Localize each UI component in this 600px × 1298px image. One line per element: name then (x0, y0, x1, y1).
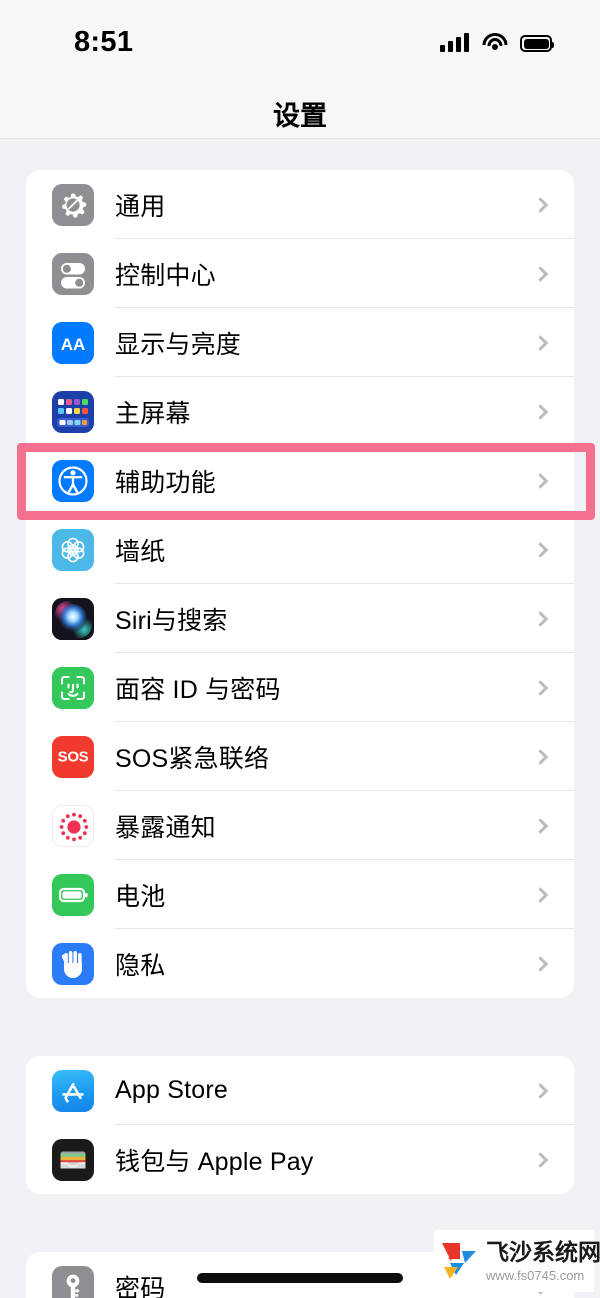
sidebar-item-face-id-passcode[interactable]: 面容 ID 与密码 (26, 653, 574, 722)
chevron-right-icon (532, 886, 549, 903)
sidebar-item-display-brightness[interactable]: AA 显示与亮度 (26, 308, 574, 377)
iphone-settings-screen: 8:51 设置 通用 控制中心 AA 显示与亮度 主屏幕 辅助功能 墙纸 Sir… (0, 0, 600, 1298)
exposure-icon (52, 804, 94, 847)
sidebar-item-wallpaper[interactable]: 墙纸 (26, 515, 574, 584)
sidebar-item-label: 墙纸 (115, 537, 166, 566)
toggles-icon (52, 252, 94, 295)
chevron-right-icon (532, 955, 549, 972)
chevron-right-icon (532, 748, 549, 765)
wifi-icon (482, 33, 507, 52)
key-icon (52, 1265, 94, 1298)
signal-icon (440, 32, 469, 52)
chevron-right-icon (532, 334, 549, 351)
sidebar-item-label: 密码 (115, 1274, 166, 1298)
sidebar-item-label: Siri与搜索 (115, 606, 228, 635)
sidebar-item-label: 隐私 (115, 951, 166, 980)
svg-text:AA: AA (61, 335, 86, 354)
sidebar-item-label: 电池 (115, 882, 166, 911)
chevron-right-icon (532, 679, 549, 696)
sidebar-item-label: 面容 ID 与密码 (115, 675, 281, 704)
sidebar-item-label: 控制中心 (115, 261, 216, 290)
sidebar-item-exposure-notifications[interactable]: 暴露通知 (26, 791, 574, 860)
sidebar-item-general[interactable]: 通用 (26, 170, 574, 239)
sidebar-item-wallet-apple-pay[interactable]: 钱包与 Apple Pay (26, 1125, 574, 1194)
chevron-right-icon (532, 196, 549, 213)
app-store-icon (52, 1069, 94, 1112)
sidebar-item-battery[interactable]: 电池 (26, 860, 574, 929)
privacy-hand-icon (52, 942, 94, 985)
chevron-right-icon (532, 1082, 549, 1099)
battery-icon (52, 873, 94, 916)
sidebar-item-label: 钱包与 Apple Pay (115, 1147, 314, 1176)
watermark: 飞沙系统网 www.fs0745.com (434, 1230, 600, 1292)
wallet-icon (52, 1138, 94, 1181)
chevron-right-icon (532, 817, 549, 834)
settings-section-2: App Store 钱包与 Apple Pay (26, 1056, 574, 1194)
chevron-right-icon (532, 541, 549, 558)
chevron-right-icon (532, 1151, 549, 1168)
sidebar-item-label: 暴露通知 (115, 813, 216, 842)
page-title: 设置 (273, 101, 327, 131)
sidebar-item-label: 显示与亮度 (115, 330, 242, 359)
chevron-right-icon (532, 472, 549, 489)
battery-icon (520, 35, 554, 52)
watermark-site-name: 飞沙系统网 (486, 1238, 600, 1265)
sidebar-item-accessibility[interactable]: 辅助功能 (26, 446, 574, 515)
status-bar-indicators (440, 28, 554, 52)
watermark-logo-icon (438, 1239, 482, 1283)
sidebar-item-control-center[interactable]: 控制中心 (26, 239, 574, 308)
sidebar-item-home-screen[interactable]: 主屏幕 (26, 377, 574, 446)
sidebar-item-label: 主屏幕 (115, 399, 191, 428)
settings-list[interactable]: 通用 控制中心 AA 显示与亮度 主屏幕 辅助功能 墙纸 Siri与搜索 面容 … (0, 139, 600, 1298)
gear-icon (52, 183, 94, 226)
chevron-right-icon (532, 265, 549, 282)
home-screen-icon (52, 390, 94, 433)
status-bar: 8:51 (0, 0, 600, 72)
sidebar-item-emergency-sos[interactable]: SOS SOS紧急联络 (26, 722, 574, 791)
status-bar-time: 8:51 (74, 26, 134, 58)
sidebar-item-label: App Store (115, 1076, 228, 1104)
sidebar-item-label: 通用 (115, 192, 166, 221)
aa-icon: AA (52, 321, 94, 364)
face-id-icon (52, 666, 94, 709)
wallpaper-icon (52, 528, 94, 571)
siri-icon (52, 597, 94, 640)
sidebar-item-label: SOS紧急联络 (115, 744, 270, 773)
sidebar-item-label: 辅助功能 (115, 468, 216, 497)
chevron-right-icon (532, 403, 549, 420)
home-indicator[interactable] (197, 1273, 403, 1283)
sidebar-item-app-store[interactable]: App Store (26, 1056, 574, 1125)
sos-icon: SOS (52, 735, 94, 778)
chevron-right-icon (532, 610, 549, 627)
accessibility-icon (52, 459, 94, 502)
navigation-bar: 设置 (0, 72, 600, 139)
sidebar-item-privacy[interactable]: 隐私 (26, 929, 574, 998)
watermark-text: 飞沙系统网 www.fs0745.com (486, 1238, 600, 1283)
sidebar-item-siri-search[interactable]: Siri与搜索 (26, 584, 574, 653)
watermark-url: www.fs0745.com (486, 1267, 585, 1283)
settings-section-1: 通用 控制中心 AA 显示与亮度 主屏幕 辅助功能 墙纸 Siri与搜索 面容 … (26, 170, 574, 998)
